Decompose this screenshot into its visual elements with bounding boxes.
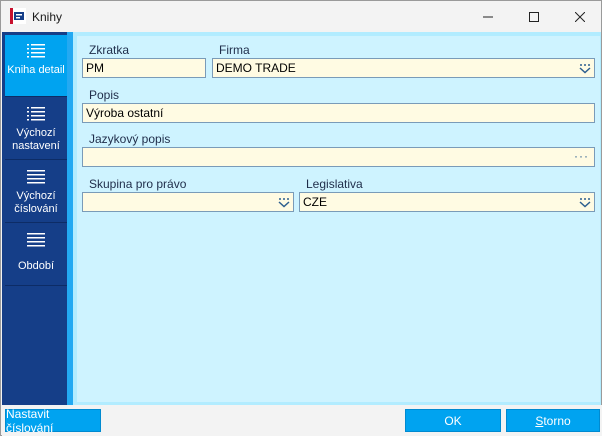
menu-icon: [27, 44, 45, 58]
main-area: Zkratka PM Firma DEMO TRADE Popis Výroba…: [70, 32, 601, 405]
maximize-icon: [529, 11, 539, 22]
sidebar-item-label: Výchozí nastavení: [12, 127, 60, 152]
firma-value: DEMO TRADE: [216, 61, 296, 75]
cancel-button[interactable]: Storno: [506, 409, 600, 432]
dropdown-icon[interactable]: [278, 196, 290, 208]
jazykovy-popis-field[interactable]: ···: [82, 147, 595, 167]
sidebar-item-label: Období: [17, 260, 55, 272]
firma-label: Firma: [219, 43, 250, 57]
legislativa-label: Legislativa: [306, 177, 363, 191]
minimize-button[interactable]: [465, 1, 511, 32]
popis-field[interactable]: Výroba ostatní: [82, 103, 595, 123]
firma-dropdown[interactable]: DEMO TRADE: [212, 58, 595, 78]
popis-label: Popis: [89, 88, 120, 102]
close-icon: [575, 11, 585, 22]
zkratka-label: Zkratka: [89, 43, 130, 57]
ellipsis-icon[interactable]: ···: [574, 148, 589, 164]
title-bar: Knihy: [1, 1, 601, 32]
sidebar: Kniha detail Výchozí nastavení Výchozí č…: [2, 32, 70, 405]
minimize-icon: [483, 16, 493, 17]
menu-icon: [27, 233, 45, 247]
ok-button[interactable]: OK: [405, 409, 501, 432]
popis-value: Výroba ostatní: [86, 106, 164, 120]
sidebar-item-book-detail[interactable]: Kniha detail: [5, 35, 67, 97]
skupina-label: Skupina pro právo: [89, 177, 187, 191]
legislativa-dropdown[interactable]: CZE: [299, 192, 595, 212]
app-logo-icon: [10, 8, 26, 24]
skupina-dropdown[interactable]: [82, 192, 294, 212]
cancel-label: Storno: [535, 414, 570, 428]
book-detail-panel: Zkratka PM Firma DEMO TRADE Popis Výroba…: [77, 36, 600, 402]
window-title: Knihy: [32, 10, 63, 24]
dropdown-icon[interactable]: [579, 196, 591, 208]
close-button[interactable]: [557, 1, 602, 32]
zkratka-value: PM: [86, 61, 104, 75]
sidebar-item-label: Výchozí číslování: [14, 190, 58, 215]
dropdown-icon[interactable]: [579, 62, 591, 74]
set-numbering-label: Nastavit číslování: [6, 406, 54, 435]
maximize-button[interactable]: [511, 1, 557, 32]
zkratka-field[interactable]: PM: [82, 58, 206, 78]
sidebar-item-period[interactable]: Období: [5, 224, 67, 286]
menu-icon: [27, 170, 45, 184]
sidebar-item-default-settings[interactable]: Výchozí nastavení: [5, 98, 67, 160]
jazykovy-popis-label: Jazykový popis: [89, 132, 171, 146]
sidebar-item-default-numbering[interactable]: Výchozí číslování: [5, 161, 67, 223]
books-window: Knihy Kniha detail Výchozí nastavení Výc…: [0, 0, 602, 436]
cancel-label-rest: torno: [543, 413, 571, 428]
sidebar-item-label: Kniha detail: [7, 64, 65, 76]
legislativa-value: CZE: [303, 195, 327, 209]
bottom-bar: Nastavit číslování OK Storno: [2, 405, 602, 436]
menu-icon: [27, 107, 45, 121]
ok-label: OK: [444, 413, 462, 428]
set-numbering-button[interactable]: Nastavit číslování: [5, 406, 101, 435]
